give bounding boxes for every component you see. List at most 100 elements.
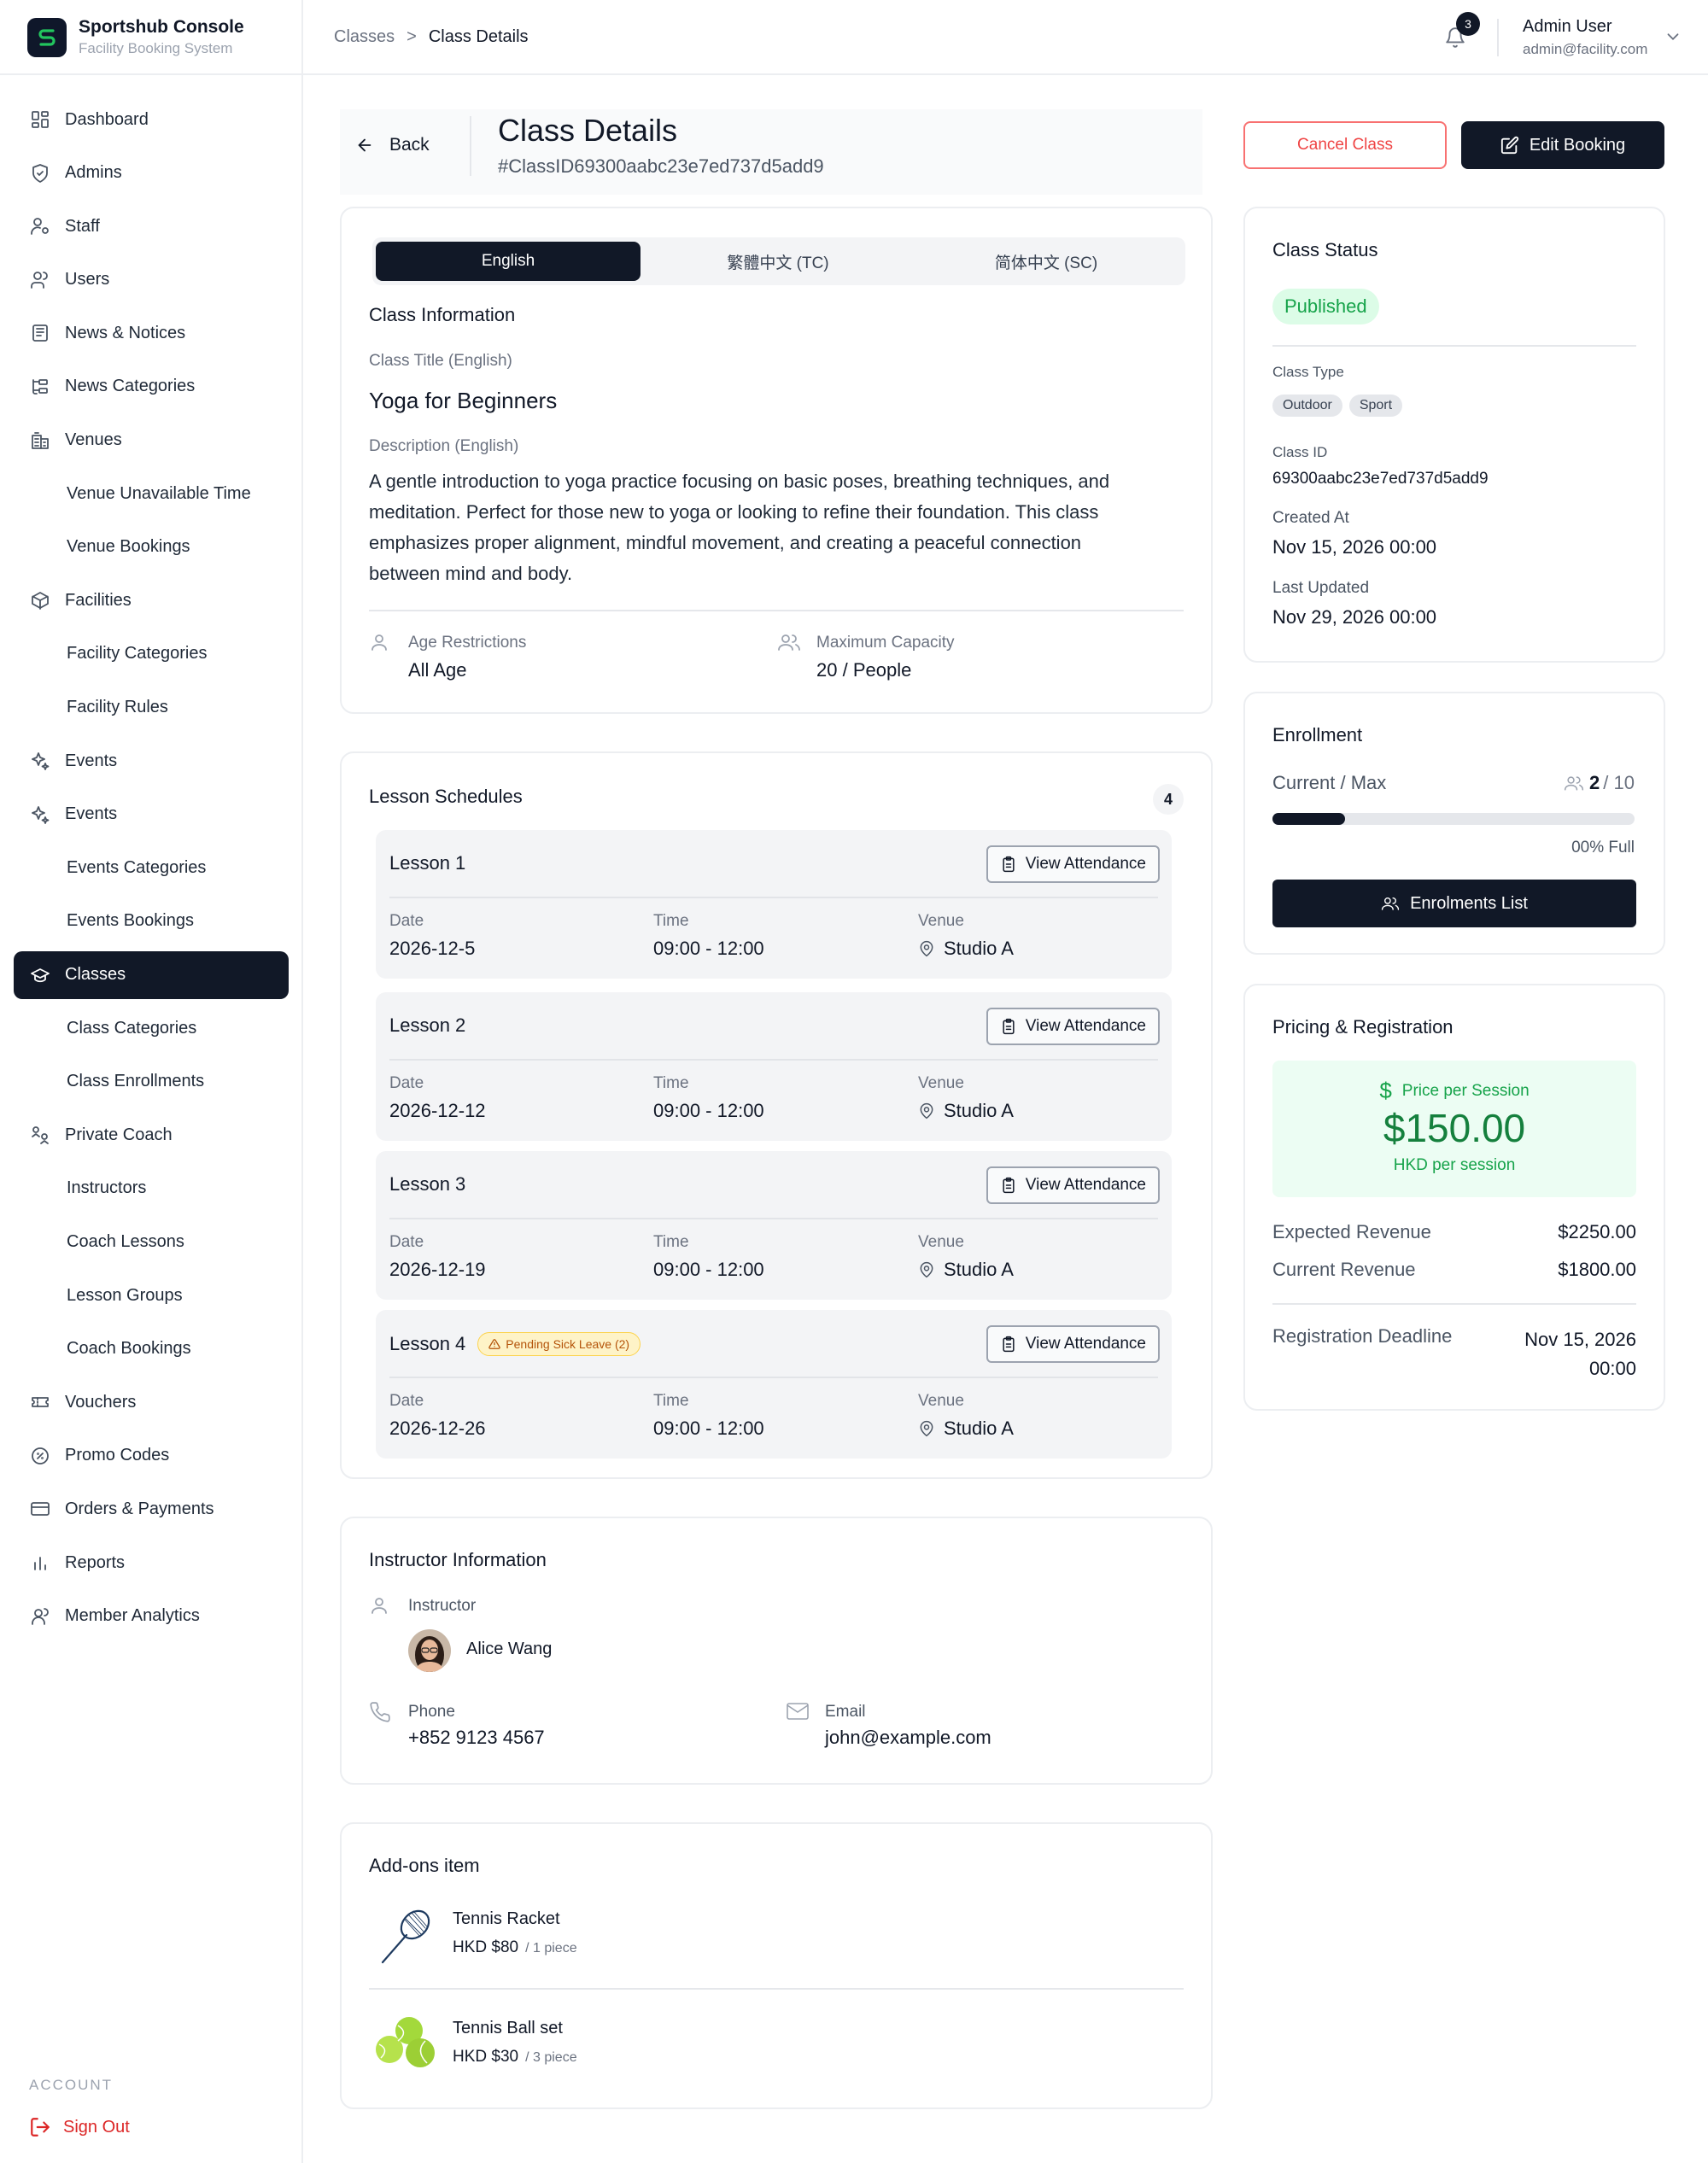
sidebar-item-coach-bookings[interactable]: Coach Bookings [14, 1325, 289, 1373]
date-label: Date [389, 1074, 424, 1092]
sidebar-item-admins[interactable]: Admins [14, 149, 289, 197]
sidebar-item-label: Orders & Payments [65, 1499, 214, 1518]
pricing-divider [1272, 1303, 1636, 1305]
sidebar-item-vouchers[interactable]: Vouchers [14, 1378, 289, 1426]
class-type-label: Class Type [1272, 364, 1344, 380]
view-attendance-button[interactable]: View Attendance [986, 1166, 1160, 1204]
back-button[interactable]: Back [355, 135, 430, 155]
breadcrumb-classes[interactable]: Classes [334, 27, 395, 47]
header-divider [470, 116, 471, 176]
sidebar-item-users[interactable]: Users [14, 256, 289, 304]
sidebar-item-lesson-groups[interactable]: Lesson Groups [14, 1271, 289, 1319]
sidebar-item-private-coach[interactable]: Private Coach [14, 1111, 289, 1159]
addon-price: HKD $30 / 3 piece [453, 2048, 577, 2067]
sidebar-item-facility-categories[interactable]: Facility Categories [14, 630, 289, 678]
view-attendance-label: View Attendance [1025, 855, 1146, 873]
view-attendance-button[interactable]: View Attendance [986, 1325, 1160, 1363]
user-name[interactable]: Admin User [1523, 17, 1611, 37]
view-attendance-button[interactable]: View Attendance [986, 845, 1160, 883]
tab-traditional-chinese[interactable]: 繁體中文 (TC) [646, 242, 910, 281]
dashboard-icon [29, 108, 51, 131]
clipboard-icon [1003, 1336, 1015, 1353]
info-divider [369, 610, 1184, 611]
tab-simplified-chinese[interactable]: 简体中文 (SC) [914, 242, 1179, 281]
breadcrumb-current: Class Details [428, 27, 529, 46]
sidebar-item-orders-payments[interactable]: Orders & Payments [14, 1485, 289, 1533]
instructor-name[interactable]: Alice Wang [466, 1640, 552, 1659]
sign-out-button[interactable]: Sign Out [29, 2116, 130, 2138]
sidebar-item-events[interactable]: Events [14, 737, 289, 785]
sidebar-item-venue-unavailable-time[interactable]: Venue Unavailable Time [14, 470, 289, 517]
sidebar-item-events[interactable]: Events [14, 791, 289, 839]
edit-booking-button[interactable]: Edit Booking [1461, 121, 1664, 169]
price-value: $150.00 [1383, 1106, 1526, 1150]
sidebar-item-venue-bookings[interactable]: Venue Bookings [14, 523, 289, 571]
lesson-title: Lesson 1 [389, 852, 465, 874]
deadline-date: Nov 15, 2026 [1524, 1329, 1636, 1350]
notification-count-badge: 3 [1456, 12, 1480, 36]
sidebar-item-staff[interactable]: Staff [14, 202, 289, 250]
expected-revenue-row: Expected Revenue $2250.00 [1272, 1221, 1636, 1243]
time-label: Time [653, 1233, 689, 1251]
sidebar-item-class-enrollments[interactable]: Class Enrollments [14, 1058, 289, 1106]
class-information-title: Class Information [369, 304, 516, 325]
sidebar-item-instructors[interactable]: Instructors [14, 1165, 289, 1213]
view-attendance-button[interactable]: View Attendance [986, 1008, 1160, 1045]
maximum-capacity-value: 20 / People [816, 659, 911, 681]
sidebar-item-venues[interactable]: Venues [14, 417, 289, 465]
lesson-venue: Studio A [918, 1259, 1014, 1281]
tennis-racket-icon [381, 1909, 430, 1964]
sidebar-item-classes[interactable]: Classes [14, 950, 289, 999]
date-label: Date [389, 1233, 424, 1251]
brand[interactable]: Sportshub Console Facility Booking Syste… [27, 17, 244, 57]
class-title-value: Yoga for Beginners [369, 388, 558, 413]
addon-unit: / 3 piece [525, 2050, 577, 2065]
enrollment-percent: 00% Full [1571, 839, 1635, 856]
sidebar-item-class-categories[interactable]: Class Categories [14, 1004, 289, 1052]
sidebar-item-promo-codes[interactable]: Promo Codes [14, 1432, 289, 1480]
instructor-information-card: Instructor Information Instructor Alice … [340, 1517, 1213, 1785]
class-id-heading: #ClassID69300aabc23e7ed737d5add9 [498, 155, 824, 177]
logout-icon [31, 2118, 50, 2137]
tennis-balls-icon [376, 2017, 435, 2067]
lesson-venue: Studio A [918, 1418, 1014, 1440]
sidebar-item-facility-rules[interactable]: Facility Rules [14, 684, 289, 732]
registration-deadline-value: Nov 15, 2026 00:00 [1524, 1325, 1636, 1383]
lesson-time: 09:00 - 12:00 [653, 1418, 764, 1439]
time-label: Time [653, 1074, 689, 1092]
sidebar-item-events-categories[interactable]: Events Categories [14, 844, 289, 892]
addons-divider [369, 1988, 1184, 1990]
staff-icon [29, 215, 51, 237]
time-label: Time [653, 1392, 689, 1410]
sidebar-item-reports[interactable]: Reports [14, 1539, 289, 1587]
chevron-down-icon[interactable] [1664, 27, 1682, 46]
age-restrictions-label: Age Restrictions [408, 634, 527, 652]
top-bar: Classes > Class Details 3 Admin User adm… [303, 0, 1708, 75]
addon-name: Tennis Ball set [453, 2019, 563, 2037]
sidebar-item-member-analytics[interactable]: Member Analytics [14, 1593, 289, 1640]
last-updated-value: Nov 29, 2026 00:00 [1272, 606, 1437, 628]
sidebar-item-news-categories[interactable]: News Categories [14, 363, 289, 411]
sidebar-nav: Dashboard Admins Staff Users News & Notices N… [14, 96, 289, 1646]
tab-english[interactable]: English [376, 242, 640, 281]
sidebar-item-facilities[interactable]: Facilities [14, 576, 289, 624]
enrolments-list-button[interactable]: Enrolments List [1272, 880, 1636, 927]
lesson-divider [389, 897, 1158, 898]
email-value[interactable]: john@example.com [825, 1727, 991, 1749]
class-type-tag: Outdoor [1272, 395, 1342, 417]
person-icon [371, 1598, 387, 1614]
clipboard-icon [1003, 856, 1015, 873]
class-type-tags: Outdoor Sport [1272, 395, 1409, 417]
addon-price: HKD $80 / 1 piece [453, 1938, 577, 1957]
registration-deadline-label: Registration Deadline [1272, 1325, 1453, 1347]
sidebar-item-coach-lessons[interactable]: Coach Lessons [14, 1218, 289, 1266]
cancel-class-button[interactable]: Cancel Class [1243, 121, 1447, 169]
lesson-venue-value: Studio A [944, 1259, 1014, 1280]
account-section-label: ACCOUNT [29, 2077, 114, 2093]
sidebar-item-dashboard[interactable]: Dashboard [14, 96, 289, 143]
sidebar-item-events-bookings[interactable]: Events Bookings [14, 897, 289, 945]
member-icon [29, 1605, 51, 1628]
sidebar-item-news-notices[interactable]: News & Notices [14, 309, 289, 357]
clipboard-icon [1003, 1018, 1015, 1035]
lesson-divider [389, 1059, 1158, 1061]
